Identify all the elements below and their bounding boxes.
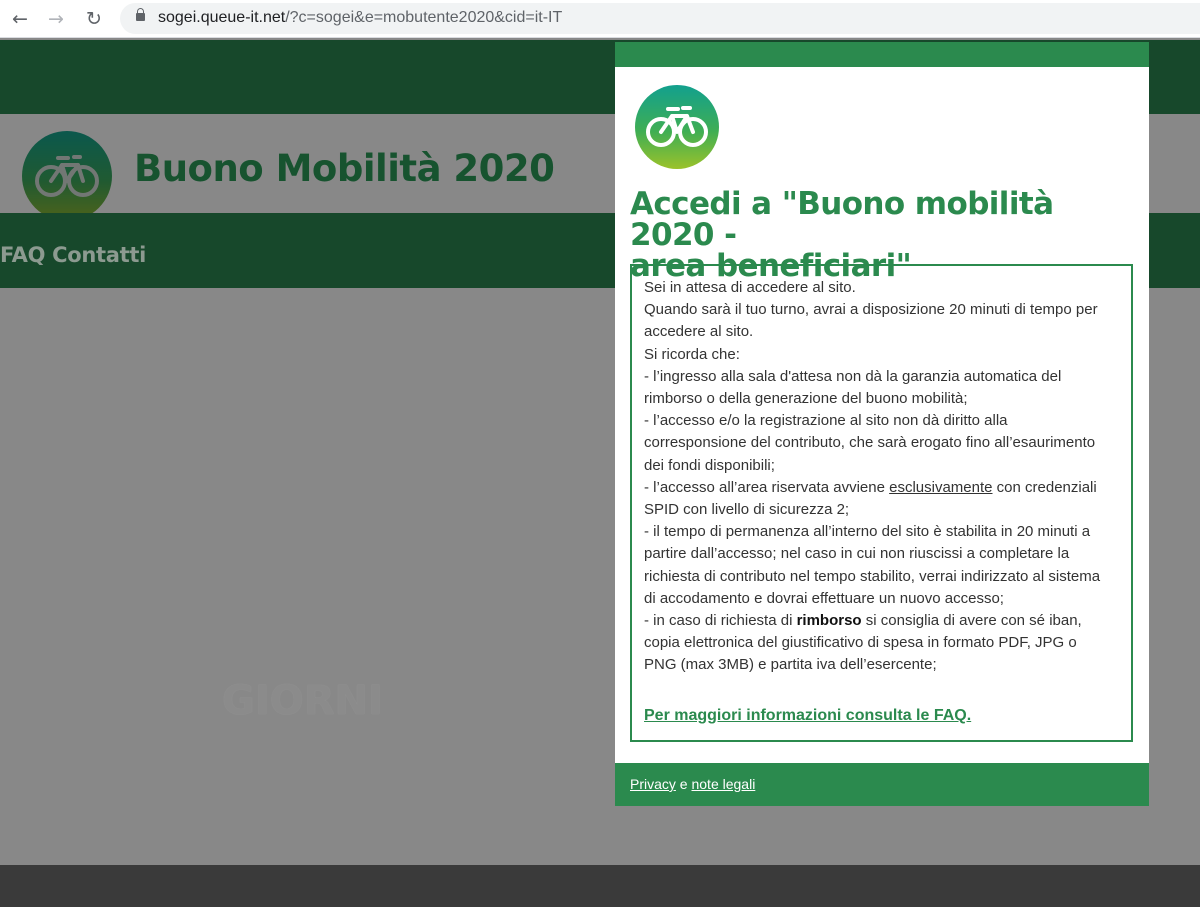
- info-line: - l’ingresso alla sala d'attesa non dà l…: [644, 367, 1062, 385]
- lock-icon: [136, 8, 145, 21]
- info-line: corresponsione del contributo, che sarà …: [644, 434, 1096, 452]
- info-emphasis: esclusivamente: [889, 478, 993, 496]
- reload-icon[interactable]: ↻: [80, 5, 108, 33]
- info-text-part: - l’accesso all’area riservata avviene: [644, 478, 890, 496]
- info-bold: rimborso: [796, 612, 862, 630]
- faq-link[interactable]: Per maggiori informazioni consulta le FA…: [644, 707, 971, 725]
- info-line: - l’accesso e/o la registrazione al sito…: [644, 412, 1008, 430]
- info-text-part: - in caso di richiesta di: [644, 612, 797, 630]
- info-line: Sei in attesa di accedere al sito.: [644, 279, 856, 296]
- privacy-link[interactable]: Privacy: [630, 776, 676, 792]
- info-line: PNG (max 3MB) e partita iva dell’esercen…: [644, 656, 937, 674]
- back-arrow-icon[interactable]: ←: [6, 5, 34, 33]
- countdown-label: GIORNI: [222, 678, 383, 724]
- legal-notes-link[interactable]: note legali: [691, 776, 755, 792]
- bicycle-icon: [35, 155, 99, 197]
- footer-separator: e: [675, 776, 692, 792]
- info-line: - il tempo di permanenza all’interno del…: [644, 523, 1091, 541]
- site-logo: [22, 131, 112, 221]
- info-line: - in caso di richiesta di rimborso si co…: [644, 610, 1124, 632]
- url-path: /?c=sogei&e=mobutente2020&cid=it-IT: [285, 9, 563, 26]
- info-line: di accodamento e dovrai effettuare un nu…: [644, 589, 1004, 607]
- menu-links: FAQ Contatti: [0, 243, 147, 267]
- info-line: - l’accesso all’area riservata avviene e…: [644, 477, 1124, 499]
- modal-title-line-1: Accedi a "Buono mobilità 2020 -: [630, 186, 1054, 253]
- modal-top-bar: [615, 42, 1149, 67]
- browser-toolbar: ← → ↻ sogei.queue-it.net/?c=sogei&e=mobu…: [0, 0, 1200, 38]
- site-title: Buono Mobilità 2020: [134, 147, 555, 190]
- info-text-part: si consiglia di avere con sé iban,: [861, 612, 1082, 630]
- info-text: Sei in attesa di accedere al sito. Quand…: [644, 277, 1124, 677]
- queue-modal: Accedi a "Buono mobilità 2020 - area ben…: [615, 42, 1149, 806]
- info-line: partire dall’accesso; nel caso in cui no…: [644, 545, 1070, 563]
- info-line: rimborso o della generazione del buono m…: [644, 390, 968, 408]
- info-line: Quando sarà il tuo turno, avrai a dispos…: [644, 301, 1098, 319]
- address-bar[interactable]: sogei.queue-it.net/?c=sogei&e=mobutente2…: [120, 3, 1200, 34]
- info-line: Si ricorda che:: [644, 345, 740, 363]
- url-host: sogei.queue-it.net: [158, 9, 286, 26]
- url-text[interactable]: sogei.queue-it.net/?c=sogei&e=mobutente2…: [158, 9, 562, 27]
- info-line: SPID con livello di sicurezza 2;: [644, 501, 850, 519]
- modal-logo: [635, 85, 719, 169]
- page-footer: [0, 865, 1200, 907]
- info-text-part: con credenziali: [992, 478, 1097, 496]
- info-line: richiesta di contributo nel tempo stabil…: [644, 567, 1101, 585]
- info-line: dei fondi disponibili;: [644, 456, 775, 474]
- forward-arrow-icon[interactable]: →: [42, 5, 70, 33]
- bicycle-icon: [646, 106, 708, 147]
- info-box: Sei in attesa di accedere al sito. Quand…: [630, 264, 1133, 742]
- modal-footer: Privacy e note legali: [615, 763, 1149, 806]
- info-line: accedere al sito.: [644, 323, 754, 341]
- info-line: copia elettronica del giustificativo di …: [644, 634, 1077, 652]
- footer-text: Privacy e note legali: [630, 776, 755, 792]
